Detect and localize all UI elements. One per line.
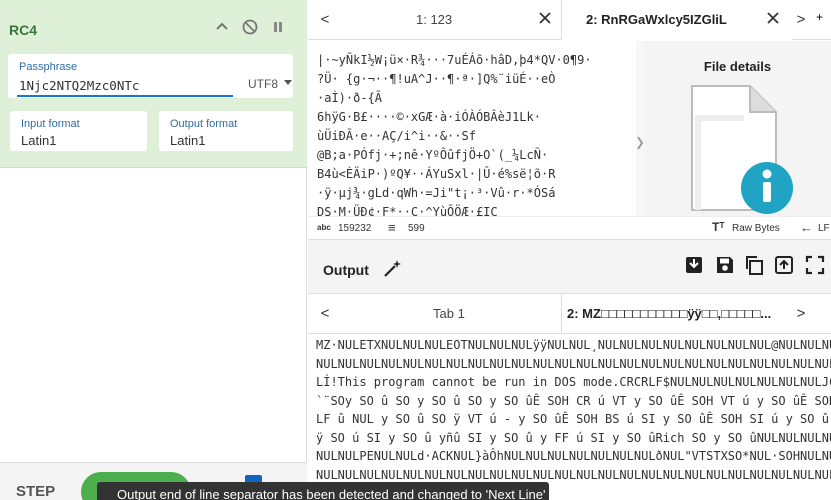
save-to-file-icon[interactable]	[684, 255, 704, 275]
rc4-operation: RC4 Passphrase 1Njc2NTQ2Mzc0NTc UTF8 Inp…	[0, 0, 307, 168]
input-tab-2[interactable]: 2: RnRGaWxlcy5IZGliL	[562, 0, 792, 40]
encoding-value: UTF8	[248, 77, 278, 91]
file-details-title: File details	[703, 59, 772, 74]
output-line: NULNULNULNULNULNULNULNULNULNULNULNULNULN…	[316, 356, 831, 371]
tab-next-button[interactable]: >	[786, 0, 816, 40]
output-format-value[interactable]: Latin1	[170, 133, 205, 148]
input-status-bar: abc 159232 ≡ 599 Tᵀ Raw Bytes ← LF	[308, 216, 831, 240]
recipe-panel: RC4 Passphrase 1Njc2NTQ2Mzc0NTc UTF8 Inp…	[0, 0, 307, 500]
passphrase-field[interactable]: Passphrase 1Njc2NTQ2Mzc0NTc UTF8	[8, 54, 293, 98]
toast-notification: Output end of line separator has been de…	[97, 482, 549, 500]
magic-wand-icon[interactable]	[383, 258, 403, 283]
eol-label[interactable]: LF	[818, 223, 830, 234]
output-format-field[interactable]: Output format Latin1	[159, 111, 293, 151]
disable-icon[interactable]	[241, 18, 259, 36]
passphrase-input[interactable]: 1Njc2NTQ2Mzc0NTc	[19, 78, 139, 93]
text-encoding-icon: Tᵀ	[712, 220, 725, 234]
output-tab-2[interactable]: 2: MZ□□□□□□□□□□□ÿÿ□□,□□□□□...	[562, 294, 792, 334]
input-format-value[interactable]: Latin1	[21, 133, 56, 148]
chevron-up-icon[interactable]	[213, 18, 231, 36]
tab-label: 2: RnRGaWxlcy5IZGliL	[586, 12, 727, 27]
input-format-field[interactable]: Input format Latin1	[10, 111, 147, 151]
input-line: 6hÿG·B£····©·xGÆ·à·iÓÀÓBÂèJ1Lk·	[317, 110, 541, 124]
input-line: B4ù<ÈÄiP·)ºQ¥··ÁYuSxl·|Û·é%së¦õ·R	[317, 167, 556, 181]
file-info-icon	[691, 85, 793, 214]
output-header: Output	[308, 240, 831, 294]
output-line: ÿ SO ú SI y SO û yñû SI y SO û y FF ú SI…	[316, 430, 831, 445]
io-panel: < 1: 123 2: RnRGaWxlcy5IZGliL > + |·~yÑk…	[308, 0, 831, 500]
chevron-right-icon[interactable]	[636, 133, 644, 153]
close-icon[interactable]	[766, 11, 782, 27]
file-details-panel: File details	[644, 41, 831, 216]
output-textarea[interactable]: MZ·NULETXNULNULNULEOTNULNULNULÿÿNULNUL¸N…	[308, 335, 831, 500]
tab-prev-button[interactable]: <	[310, 294, 340, 334]
input-line: DS·M·ÜÐ¢·F*··Ç·^YùÕÖÆ·£IÇ	[317, 205, 498, 216]
panel-splitter[interactable]	[636, 41, 644, 216]
tab-prev-button[interactable]: <	[310, 0, 340, 40]
caret-down-icon	[284, 80, 293, 85]
output-line: LF û NUL y SO û SO ÿ VT ú - y SO ûÊ SOH …	[316, 412, 831, 426]
output-format-label: Output format	[170, 118, 238, 130]
passphrase-label: Passphrase	[19, 61, 78, 73]
lines-icon: ≡	[388, 220, 396, 235]
tab-label: 2: MZ□□□□□□□□□□□ÿÿ□□,□□□□□...	[567, 306, 772, 321]
raw-bytes-label[interactable]: Raw Bytes	[732, 223, 780, 234]
tab-label: Tab 1	[433, 306, 465, 321]
output-tab-bar: < Tab 1 2: MZ□□□□□□□□□□□ÿÿ□□,□□□□□... >	[308, 294, 831, 334]
input-textarea[interactable]: |·~yÑkI½W¡ü×·R¾···7uÉÁõ·hâD,þ4*QV·0¶9· ?…	[308, 41, 636, 216]
output-title: Output	[323, 262, 369, 278]
close-icon[interactable]	[538, 11, 554, 27]
input-line: ?Ü· {g·¬··¶!uA^J··¶·ª·]Q%¨iüÉ··eÒ	[317, 72, 556, 86]
output-line: MZ·NULETXNULNULNULEOTNULNULNULÿÿNULNUL¸N…	[316, 338, 831, 352]
input-line: @B;a·PÓfj·+;nê·YºÕûfjÖ+O`(_¼LcÑ·	[317, 148, 549, 162]
input-line: ·aÌ)·ð-{Ã	[317, 91, 383, 105]
tab-add-icon[interactable]: +	[816, 10, 823, 24]
pause-icon[interactable]	[269, 18, 287, 36]
eol-icon: ←	[800, 220, 813, 235]
tab-next-button[interactable]: >	[786, 294, 816, 334]
output-line: `¨SOy SO û SO y SO û SO y SO ûÊ SOH CR ú…	[316, 393, 831, 408]
input-format-label: Input format	[21, 118, 80, 130]
toast-text: Output end of line separator has been de…	[117, 487, 546, 500]
output-line: NULNULPENULNULd·ACKNUL}àÔhNULNULNULNULNU…	[316, 449, 831, 463]
cyberchef-app: RC4 Passphrase 1Njc2NTQ2Mzc0NTc UTF8 Inp…	[0, 0, 831, 500]
maximize-icon[interactable]	[805, 255, 825, 275]
tab-label: 1: 123	[416, 12, 453, 27]
length-icon: abc	[317, 223, 331, 232]
input-length: 159232	[338, 223, 372, 234]
input-line: ·ÿ·µj¾·gLd·qWh·=Ji"t¡·³·Vû·r·*ÓSá	[317, 186, 556, 200]
replace-input-icon[interactable]	[774, 255, 794, 275]
save-icon[interactable]	[715, 255, 735, 275]
input-line: ùÜiÐÃ·e··AÇ/i^i··&··Sf	[317, 129, 476, 143]
copy-icon[interactable]	[744, 255, 764, 275]
operation-title: RC4	[9, 22, 38, 38]
input-lines: 599	[408, 223, 425, 234]
input-underline	[17, 95, 233, 97]
output-tab-1[interactable]: Tab 1	[340, 294, 562, 334]
input-tab-1[interactable]: 1: 123	[340, 0, 562, 40]
encoding-dropdown[interactable]: UTF8	[248, 77, 293, 91]
input-line: |·~yÑkI½W¡ü×·R¾···7uÉÁõ·hâD,þ4*QV·0¶9·	[317, 53, 592, 67]
output-line: LÍ!This program cannot be run in DOS mod…	[316, 375, 831, 389]
input-tab-bar: < 1: 123 2: RnRGaWxlcy5IZGliL > +	[308, 0, 831, 40]
step-button[interactable]: STEP	[16, 483, 55, 500]
